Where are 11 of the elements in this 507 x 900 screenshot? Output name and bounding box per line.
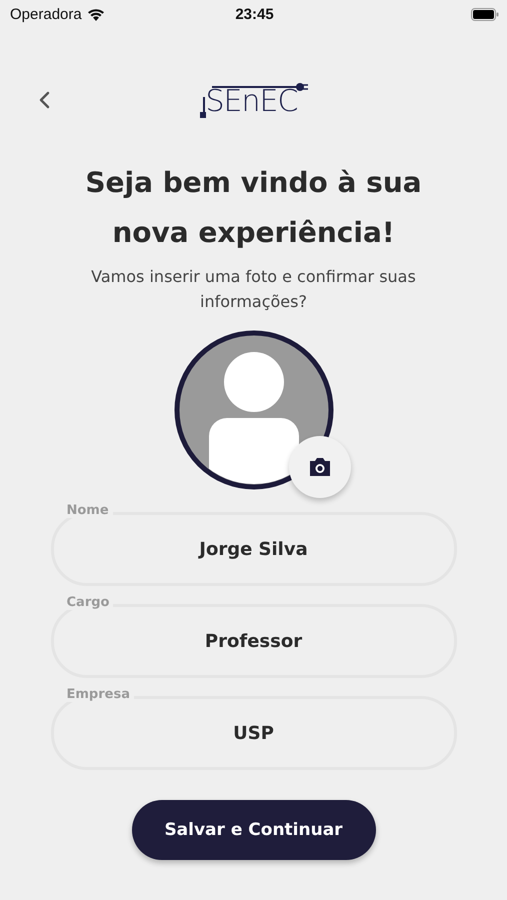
wifi-icon	[86, 8, 105, 20]
welcome-title: Seja bem vindo à sua nova experiência!	[84, 165, 423, 251]
carrier-name: Operadora	[10, 6, 82, 22]
camera-icon	[308, 457, 332, 477]
back-icon[interactable]	[38, 91, 50, 109]
save-continue-button[interactable]: Salvar e Continuar	[132, 800, 376, 860]
logo: SEnEC	[198, 79, 310, 121]
battery-icon	[471, 8, 499, 20]
status-time: 23:45	[235, 6, 274, 22]
camera-button[interactable]	[288, 436, 350, 498]
welcome-subtitle: Vamos inserir uma foto e confirmar suas informações?	[90, 266, 417, 313]
